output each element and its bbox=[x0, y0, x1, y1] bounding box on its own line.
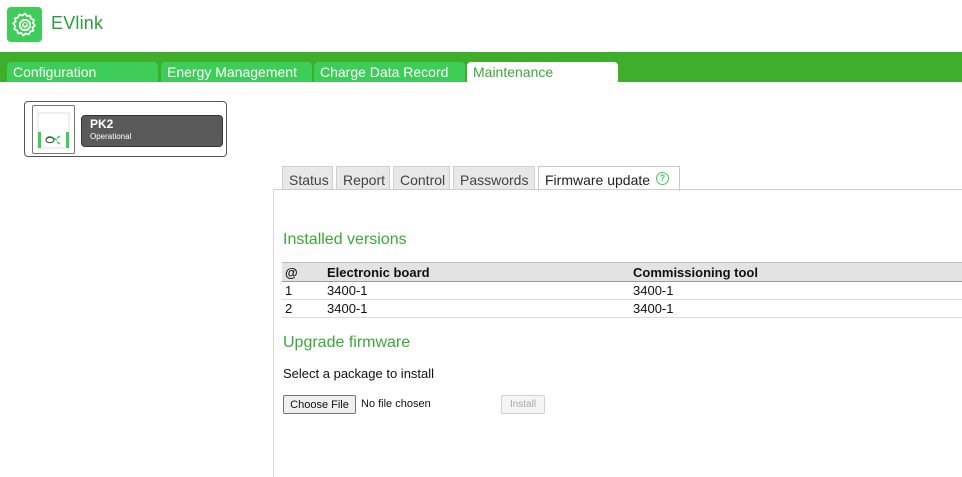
electronic-board-version: 3400-1 bbox=[324, 299, 630, 318]
evlink-logo bbox=[7, 7, 42, 42]
table-row: 2 3400-1 3400-1 bbox=[282, 299, 962, 318]
choose-file-button[interactable]: Choose File bbox=[283, 395, 356, 414]
subtab-passwords[interactable]: Passwords bbox=[453, 166, 535, 190]
station-status: Operational bbox=[90, 132, 132, 141]
subtab-divider bbox=[273, 189, 962, 190]
gear-plug-icon bbox=[11, 12, 36, 36]
subtab-status[interactable]: Status bbox=[282, 166, 333, 190]
no-file-chosen-text: No file chosen bbox=[361, 398, 431, 410]
commissioning-tool-version: 3400-1 bbox=[630, 299, 962, 318]
installed-versions-title: Installed versions bbox=[283, 231, 407, 248]
station-status-pill[interactable]: PK2 Operational bbox=[81, 115, 223, 147]
tab-configuration[interactable]: Configuration bbox=[7, 62, 158, 82]
upgrade-firmware-title: Upgrade firmware bbox=[283, 334, 411, 351]
column-header-at: @ bbox=[282, 262, 324, 282]
commissioning-tool-version: 3400-1 bbox=[630, 281, 962, 300]
station-name: PK2 bbox=[90, 117, 114, 131]
installed-versions-table: @ Electronic board Commissioning tool 1 … bbox=[282, 262, 962, 318]
select-package-label: Select a package to install bbox=[283, 366, 435, 381]
column-header-commissioning-tool: Commissioning tool bbox=[630, 262, 962, 282]
top-navigation: Configuration Energy Management Charge D… bbox=[0, 52, 962, 82]
subtab-report[interactable]: Report bbox=[336, 166, 390, 190]
install-button[interactable]: Install bbox=[501, 395, 545, 414]
help-icon[interactable]: ? bbox=[656, 172, 669, 185]
subtab-control[interactable]: Control bbox=[393, 166, 450, 190]
app-title: EVlink bbox=[51, 13, 104, 33]
content-border bbox=[273, 190, 274, 477]
charging-station-icon bbox=[32, 105, 75, 154]
row-index: 2 bbox=[282, 299, 324, 318]
station-card[interactable]: PK2 Operational bbox=[24, 101, 227, 157]
tab-maintenance[interactable]: Maintenance bbox=[467, 62, 618, 82]
electronic-board-version: 3400-1 bbox=[324, 281, 630, 300]
row-index: 1 bbox=[282, 281, 324, 300]
table-header-row: @ Electronic board Commissioning tool bbox=[282, 262, 962, 282]
tab-energy-management[interactable]: Energy Management bbox=[161, 62, 312, 82]
table-row: 1 3400-1 3400-1 bbox=[282, 281, 962, 300]
tab-charge-data-record[interactable]: Charge Data Record bbox=[314, 62, 465, 82]
column-header-electronic-board: Electronic board bbox=[324, 262, 630, 282]
